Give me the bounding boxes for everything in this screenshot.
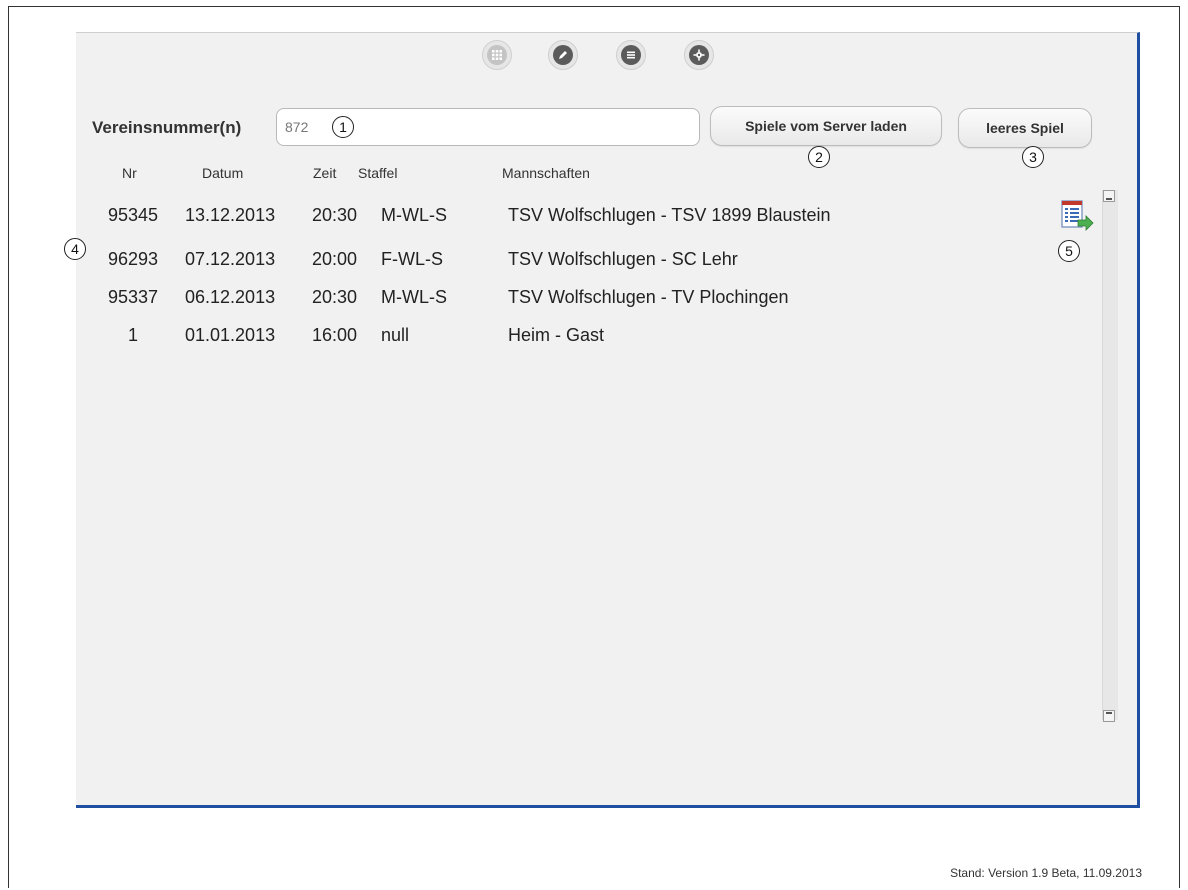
cell-zeit: 16:00 xyxy=(312,325,358,345)
callout-5: 5 xyxy=(1058,240,1080,262)
callout-3: 3 xyxy=(1022,146,1044,168)
cell-datum: 13.12.2013 xyxy=(185,205,276,225)
cell-mannschaften: TSV Wolfschlugen - SC Lehr xyxy=(508,249,738,269)
cell-mannschaften: TSV Wolfschlugen - TV Plochingen xyxy=(508,287,789,307)
cell-datum: 07.12.2013 xyxy=(185,249,276,269)
table-row[interactable]: 95337 06.12.2013 20:30 M-WL-S TSV Wolfsc… xyxy=(100,287,1000,315)
gear-icon xyxy=(689,45,709,65)
cell-nr: 96293 xyxy=(107,249,159,269)
cell-mannschaften: TSV Wolfschlugen - TSV 1899 Blaustein xyxy=(508,205,831,225)
list-button[interactable] xyxy=(616,40,646,70)
cell-nr: 95345 xyxy=(107,205,159,225)
header-datum: Datum xyxy=(202,165,244,181)
cell-nr: 95337 xyxy=(107,287,159,307)
scroll-down-button[interactable] xyxy=(1103,710,1115,722)
table-row[interactable]: 1 01.01.2013 16:00 null Heim - Gast xyxy=(100,325,1000,353)
header-staffel: Staffel xyxy=(358,165,398,181)
app-panel xyxy=(76,32,1140,808)
export-document-icon[interactable] xyxy=(1060,200,1094,234)
scroll-up-button[interactable] xyxy=(1103,190,1115,202)
cell-staffel: M-WL-S xyxy=(381,287,447,307)
vertical-scrollbar[interactable] xyxy=(1102,190,1118,720)
cell-zeit: 20:30 xyxy=(312,287,358,307)
cell-zeit: 20:00 xyxy=(312,249,358,269)
cell-datum: 06.12.2013 xyxy=(185,287,276,307)
cell-staffel: M-WL-S xyxy=(381,205,447,225)
empty-game-button[interactable]: leeres Spiel xyxy=(958,108,1092,148)
header-mannschaften: Mannschaften xyxy=(502,165,590,181)
pencil-icon xyxy=(553,45,573,65)
settings-button[interactable] xyxy=(684,40,714,70)
cell-datum: 01.01.2013 xyxy=(185,325,276,345)
cell-staffel: null xyxy=(381,325,410,345)
cell-staffel: F-WL-S xyxy=(381,249,443,269)
callout-1: 1 xyxy=(332,116,354,138)
table-row[interactable]: 96293 07.12.2013 20:00 F-WL-S TSV Wolfsc… xyxy=(100,249,1000,277)
list-icon xyxy=(621,45,641,65)
cell-mannschaften: Heim - Gast xyxy=(508,325,605,345)
edit-button[interactable] xyxy=(548,40,578,70)
load-from-server-button[interactable]: Spiele vom Server laden xyxy=(710,106,942,146)
header-nr: Nr xyxy=(122,165,137,181)
callout-4: 4 xyxy=(64,238,86,260)
grid-icon xyxy=(487,45,507,65)
table-row[interactable]: 95345 13.12.2013 20:30 M-WL-S TSV Wolfsc… xyxy=(100,205,1000,233)
header-zeit: Zeit xyxy=(313,165,337,181)
grid-button[interactable] xyxy=(482,40,512,70)
cell-nr: 1 xyxy=(127,325,138,345)
version-note: Stand: Version 1.9 Beta, 11.09.2013 xyxy=(950,866,1142,880)
cell-zeit: 20:30 xyxy=(312,205,358,225)
callout-2: 2 xyxy=(808,146,830,168)
vereinsnummer-label: Vereinsnummer(n) xyxy=(92,118,242,137)
